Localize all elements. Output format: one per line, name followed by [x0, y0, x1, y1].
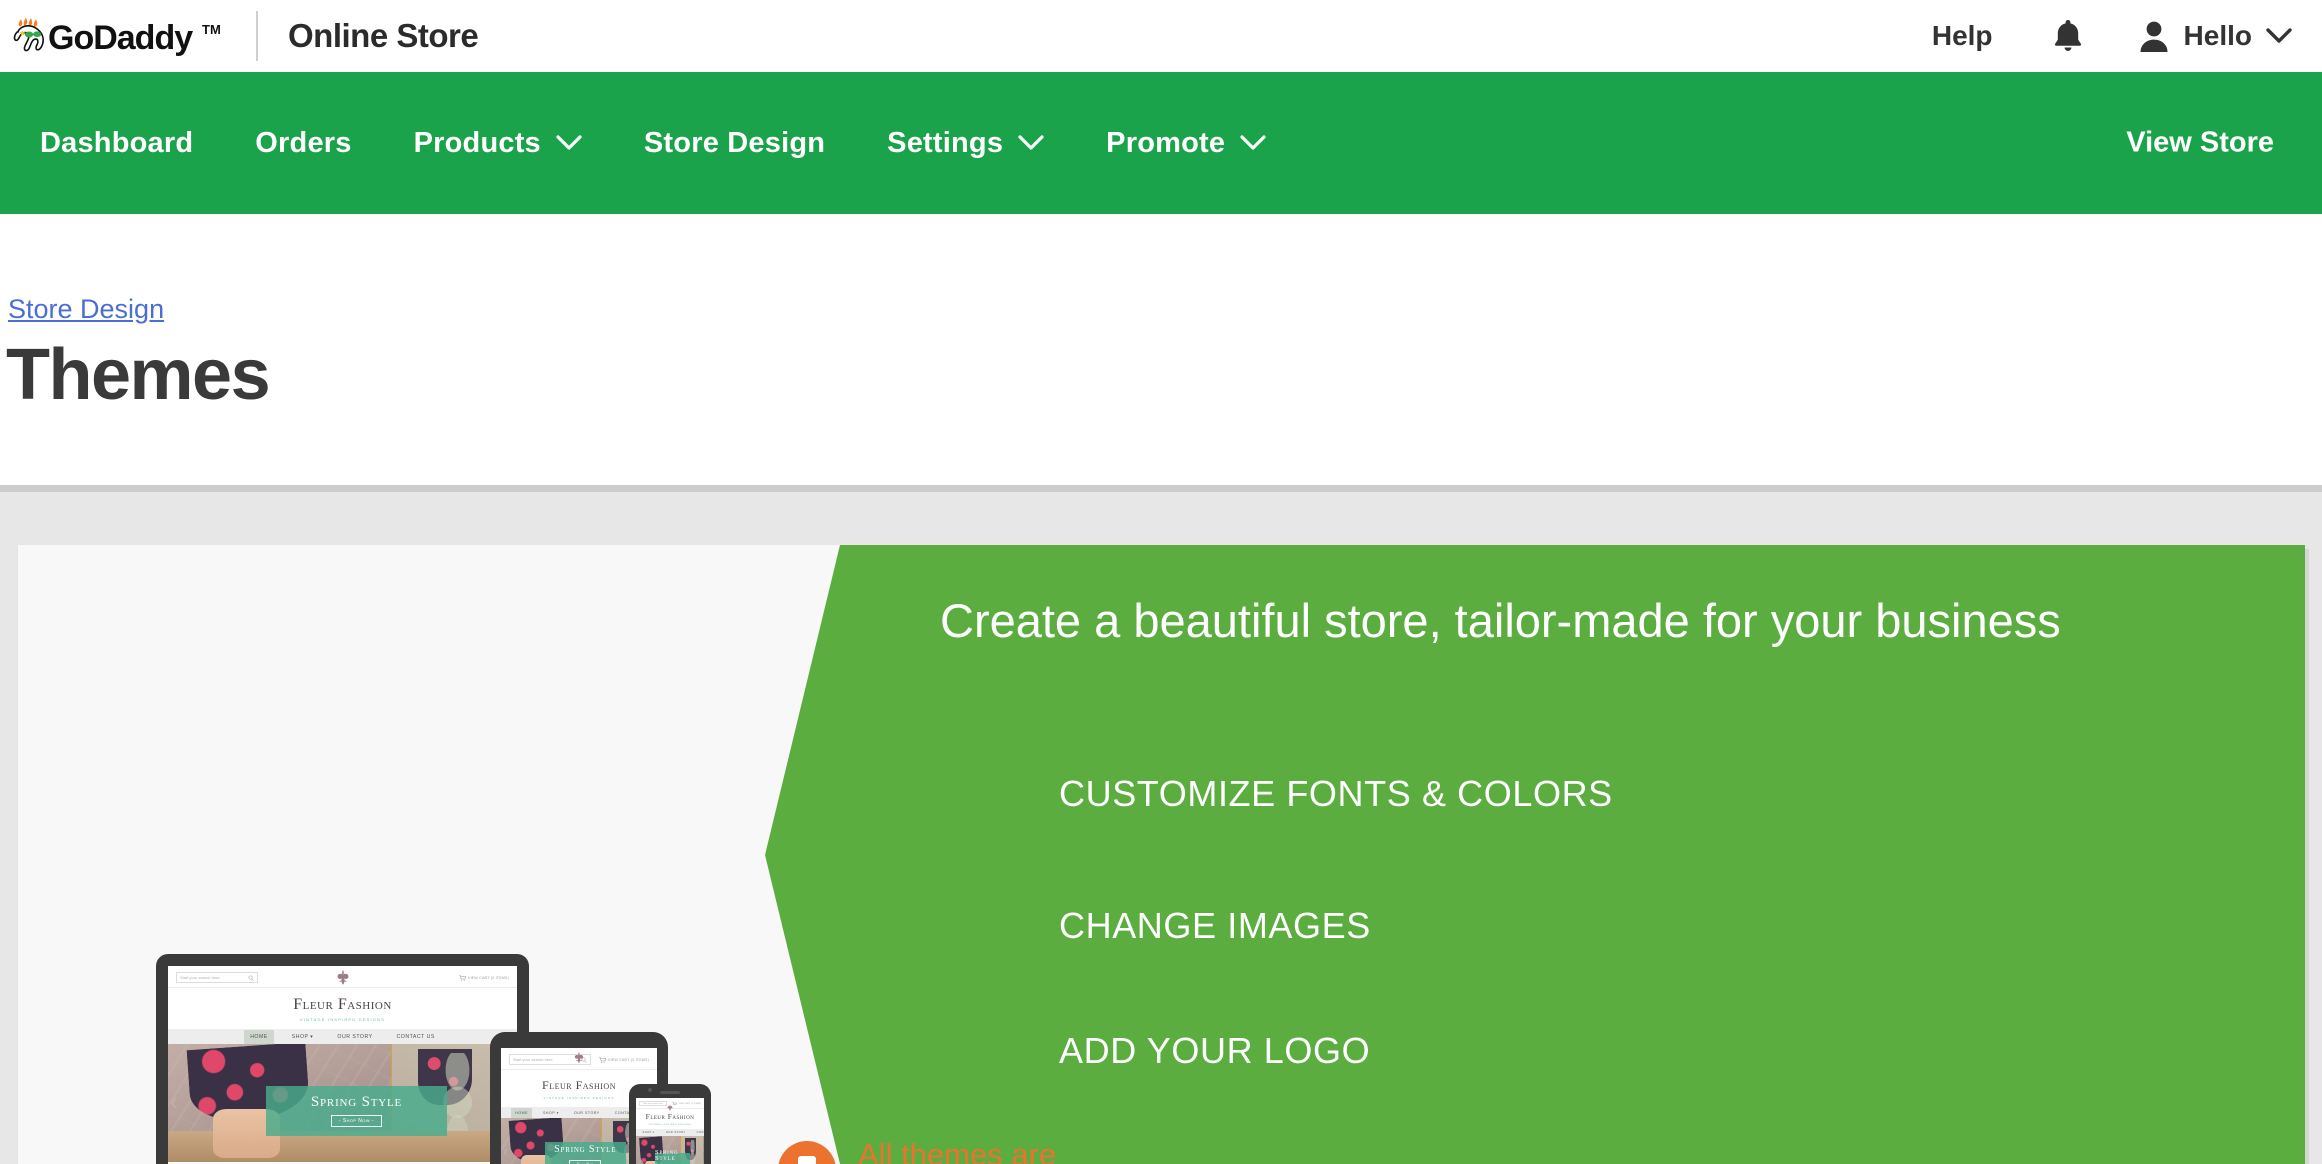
- hero-heading: Spring Style: [554, 1144, 617, 1156]
- store-nav-item-home[interactable]: HOME: [511, 1107, 533, 1118]
- store-preview-desktop: Start your search here VIEW CART (0 ITEM…: [168, 966, 517, 1164]
- svg-text:TM: TM: [202, 22, 221, 37]
- store-tagline: VINTAGE INSPIRED DESIGNS: [299, 1017, 386, 1022]
- store-nav-item-home[interactable]: HOME: [244, 1029, 274, 1044]
- chevron-down-icon: [2266, 28, 2292, 44]
- phone-screen: Start your search here VIEW CART (0 ITEM…: [636, 1098, 704, 1164]
- store-tagline: VINTAGE INSPIRED DESIGNS: [648, 1124, 692, 1126]
- fleur-de-lis-icon: [335, 969, 351, 992]
- store-cart-label: VIEW CART (0 ITEMS): [678, 1102, 701, 1105]
- svg-text:GoDaddy: GoDaddy: [48, 19, 193, 57]
- chevron-down-icon: [556, 135, 582, 151]
- desktop-monitor-mockup: Start your search here VIEW CART (0 ITEM…: [156, 954, 529, 1164]
- nav-item-products[interactable]: Products: [414, 127, 582, 160]
- hero-heading: Spring Style: [310, 1094, 403, 1111]
- chevron-down-icon: [1018, 135, 1044, 151]
- hero-heading: Spring Style: [655, 1148, 679, 1163]
- store-nav-item-contact-us[interactable]: CONTACT US: [391, 1030, 441, 1044]
- store-nav-item-shop[interactable]: SHOP ▾: [286, 1030, 320, 1044]
- store-cart-link[interactable]: VIEW CART (0 ITEMS): [598, 1056, 649, 1063]
- shopping-cart-icon: [458, 974, 466, 981]
- monitor-screen: Start your search here VIEW CART (0 ITEM…: [168, 966, 517, 1164]
- store-cart-label: VIEW CART (0 ITEMS): [467, 975, 509, 980]
- store-nav-item-our-story[interactable]: OUR STORY: [570, 1108, 604, 1118]
- nav-label: Products: [413, 126, 541, 159]
- store-nav-item-shop[interactable]: SHOP ▾: [539, 1108, 563, 1118]
- bell-icon[interactable]: [2051, 17, 2085, 55]
- phone-camera-icon: [648, 1088, 652, 1092]
- store-nav-item-our-story[interactable]: OUR STORY: [331, 1030, 378, 1044]
- hero-cta-block: Spring Style - Shop Now -: [655, 1148, 691, 1164]
- help-link[interactable]: Help: [1932, 20, 1993, 52]
- store-search-input[interactable]: Start your search here: [639, 1101, 667, 1106]
- store-name: Fleur Fashion: [293, 996, 392, 1013]
- nav-label: Promote: [1106, 126, 1226, 159]
- hero-shop-now-button[interactable]: - Shop Now -: [331, 1115, 382, 1128]
- theme-promo-card: Create a beautiful store, tailor-made fo…: [18, 545, 2305, 1164]
- main-navigation: Dashboard Orders Products Store Design S…: [0, 72, 2322, 214]
- device-mockups: Start your search here VIEW CART (0 ITEM…: [18, 545, 1178, 1164]
- magnifier-icon: [248, 974, 254, 981]
- store-cart-link[interactable]: VIEW CART (0 ITEMS): [458, 974, 509, 981]
- user-avatar-icon: [2137, 19, 2171, 53]
- hero-cta-block: Spring Style - Shop Now -: [265, 1086, 448, 1137]
- breadcrumb[interactable]: Store Design: [8, 294, 164, 325]
- store-search-placeholder: Start your search here: [513, 1057, 553, 1062]
- nav-label: Settings: [887, 126, 1004, 159]
- store-nav-item-contact-us[interactable]: CONTACT US: [694, 1129, 704, 1136]
- nav-label: Store Design: [643, 126, 826, 159]
- monitor-bezel: Start your search here VIEW CART (0 ITEM…: [156, 954, 529, 1164]
- phone-speaker: [660, 1091, 680, 1094]
- nav-item-dashboard[interactable]: Dashboard: [40, 127, 193, 160]
- store-hero-banner: Spring Style - Shop Now - ❮ ❯: [168, 1044, 517, 1162]
- store-brand-block: Fleur Fashion VINTAGE INSPIRED DESIGNS: [168, 988, 517, 1029]
- account-menu[interactable]: Hello: [2137, 19, 2292, 53]
- godaddy-logo-icon[interactable]: GoDaddy TM: [10, 14, 230, 58]
- store-cart-label: VIEW CART (0 ITEMS): [607, 1057, 649, 1062]
- nav-label: Dashboard: [40, 126, 194, 159]
- nav-item-store-design[interactable]: Store Design: [644, 127, 825, 160]
- store-preview-phone: Start your search here VIEW CART (0 ITEM…: [636, 1098, 704, 1164]
- account-label: Hello: [2183, 20, 2252, 51]
- page-header: Store Design Themes: [0, 214, 2322, 485]
- view-store-button[interactable]: View Store: [2126, 127, 2274, 160]
- chevron-down-icon: [1240, 135, 1266, 151]
- store-hero-banner: Spring Style - Shop Now -: [636, 1136, 704, 1164]
- fleur-de-lis-icon: [573, 1051, 585, 1070]
- hero-shop-now-button[interactable]: - Shop Now -: [569, 1160, 602, 1164]
- store-search-input[interactable]: Start your search here: [176, 972, 258, 983]
- nav-label: Orders: [255, 126, 352, 159]
- hero-cta-block: Spring Style - Shop Now -: [544, 1142, 626, 1164]
- store-search-placeholder: Start your search here: [643, 1102, 663, 1105]
- brand-divider: [256, 11, 258, 61]
- store-nav-item-shop[interactable]: SHOP ▾: [640, 1129, 658, 1136]
- store-cart-link[interactable]: VIEW CART (0 ITEMS): [671, 1101, 701, 1106]
- nav-item-settings[interactable]: Settings: [887, 127, 1044, 160]
- hero-prev-arrow[interactable]: ❮: [503, 1149, 508, 1156]
- nav-items: Dashboard Orders Products Store Design S…: [0, 127, 1328, 160]
- phone-bezel: Start your search here VIEW CART (0 ITEM…: [629, 1084, 711, 1164]
- nav-item-orders[interactable]: Orders: [255, 127, 351, 160]
- hero-prev-arrow[interactable]: ❮: [170, 1098, 178, 1109]
- store-nav: HOME SHOP ▾ OUR STORY CONTACT US: [168, 1029, 517, 1044]
- app-name: Online Store: [288, 17, 479, 54]
- fleur-de-lis-icon: [667, 1099, 674, 1117]
- top-header: GoDaddy TM Online Store Help Hello: [0, 0, 2322, 72]
- shopping-cart-icon: [598, 1056, 606, 1063]
- nav-item-promote[interactable]: Promote: [1106, 127, 1266, 160]
- header-right-group: Help Hello: [1932, 0, 2292, 72]
- page-title: Themes: [6, 335, 271, 415]
- store-nav: HOME SHOP ▾ OUR STORY CONTACT US: [636, 1129, 704, 1136]
- store-search-placeholder: Start your search here: [180, 975, 220, 980]
- store-nav-item-our-story[interactable]: OUR STORY: [663, 1129, 689, 1136]
- brand-block: GoDaddy TM Online Store: [0, 11, 479, 61]
- smartphone-mockup: Start your search here VIEW CART (0 ITEM…: [629, 1084, 711, 1164]
